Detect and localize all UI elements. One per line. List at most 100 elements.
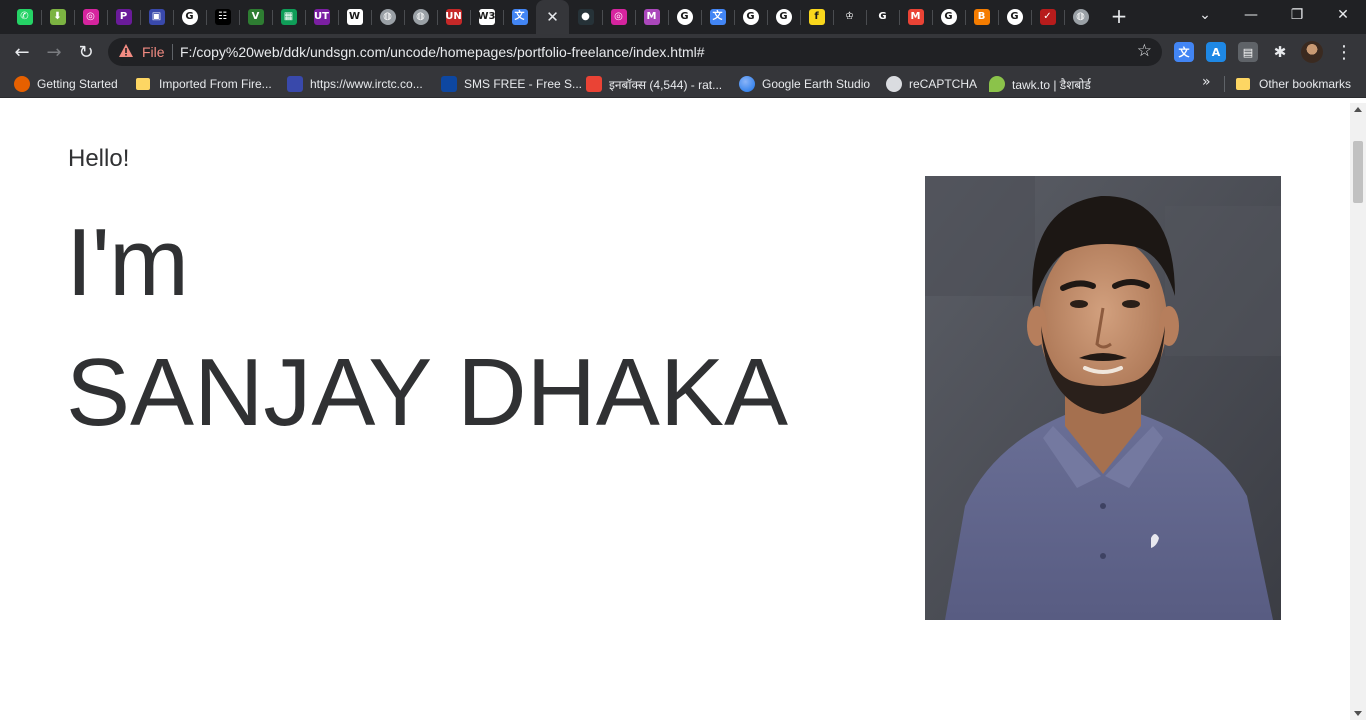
new-tab-button[interactable]: +: [1108, 4, 1130, 28]
scroll-down-arrow-icon[interactable]: [1354, 711, 1362, 716]
bookmark-label: https://www.irctc.co...: [310, 77, 423, 91]
bookmark-irctc[interactable]: https://www.irctc.co...: [287, 75, 423, 93]
bookmarks-bar: Getting Started Imported From Fire... ht…: [0, 70, 1366, 98]
browser-tab[interactable]: V: [239, 0, 272, 34]
browser-toolbar: ← → ↻ File F:/copy%20web/ddk/undsgn.com/…: [0, 34, 1366, 70]
browser-tab[interactable]: G: [173, 0, 206, 34]
page-scrollbar[interactable]: [1350, 103, 1366, 720]
scroll-up-arrow-icon[interactable]: [1354, 107, 1362, 112]
more-bookmarks-button[interactable]: »: [1202, 74, 1211, 90]
bookmark-recaptcha[interactable]: reCAPTCHA: [886, 75, 977, 93]
hero-name: SANJAY DHAKA: [66, 339, 789, 446]
bookmark-tawk[interactable]: tawk.to | डैशबोर्ड: [989, 75, 1091, 93]
tab-separator: [74, 10, 75, 25]
translate-extension-icon[interactable]: 文: [1174, 42, 1194, 62]
bookmark-label: Imported From Fire...: [159, 77, 272, 91]
bookmark-sms-free[interactable]: SMS FREE - Free S...: [441, 75, 582, 93]
browser-tab[interactable]: ●: [569, 0, 602, 34]
close-icon[interactable]: ✕: [546, 8, 559, 26]
browser-tab[interactable]: G: [668, 0, 701, 34]
tab-strip: ✆ ⬇ ◎ P ▣ G ☷ V ▦ UT W ◍ ◍ UN W3 文 ✕ ● ◎ M G 文 G Gf ♔ G M G B G ✓ ◍ + ⌄…: [0, 0, 1366, 34]
tab-separator: [371, 10, 372, 25]
tab-separator: [239, 10, 240, 25]
google-icon: G: [1006, 9, 1023, 25]
url-text[interactable]: F:/copy%20web/ddk/undsgn.com/uncode/home…: [180, 44, 705, 60]
tab-separator: [833, 10, 834, 25]
globe-icon: [886, 76, 902, 92]
translate-icon: 文: [709, 9, 726, 25]
bookmark-getting-started[interactable]: Getting Started: [14, 75, 118, 93]
browser-tab[interactable]: B: [965, 0, 998, 34]
browser-tab[interactable]: G: [998, 0, 1031, 34]
printer-extension-icon[interactable]: ▤: [1238, 42, 1258, 62]
browser-tab[interactable]: G: [866, 0, 899, 34]
browser-tab[interactable]: P: [107, 0, 140, 34]
close-window-button[interactable]: ✕: [1320, 0, 1366, 30]
browser-tab[interactable]: ◍: [371, 0, 404, 34]
download-icon: ⬇: [49, 9, 66, 25]
tab-separator: [635, 10, 636, 25]
browser-tab[interactable]: M: [635, 0, 668, 34]
restore-button[interactable]: ❐: [1274, 0, 1320, 30]
back-button[interactable]: ←: [8, 38, 36, 66]
browser-tab[interactable]: ✓: [1031, 0, 1064, 34]
globe-icon: ◍: [412, 9, 429, 25]
browser-tab[interactable]: ◍: [404, 0, 437, 34]
browser-tab[interactable]: ⬇: [41, 0, 74, 34]
star-icon[interactable]: ☆: [1137, 41, 1152, 61]
menu-button[interactable]: ⋮: [1334, 40, 1354, 64]
folder-icon: [136, 78, 150, 90]
other-bookmarks[interactable]: Other bookmarks: [1236, 75, 1351, 93]
browser-tab[interactable]: W3: [470, 0, 503, 34]
tab-separator: [437, 10, 438, 25]
browser-tab[interactable]: 文: [503, 0, 536, 34]
globe-icon: ◍: [1072, 9, 1089, 25]
security-chip-label[interactable]: File: [142, 44, 165, 60]
browser-tab[interactable]: G: [734, 0, 767, 34]
chess-icon: ♔: [841, 9, 858, 25]
forward-button[interactable]: →: [40, 38, 68, 66]
active-tab[interactable]: ✕: [536, 0, 569, 34]
bookmark-gmail-inbox[interactable]: इनबॉक्स (4,544) - rat...: [586, 75, 722, 93]
tab-separator: [668, 10, 669, 25]
tab-separator: [173, 10, 174, 25]
browser-tab[interactable]: ♔: [833, 0, 866, 34]
intro-text: I'm: [66, 209, 189, 316]
tab-separator: [866, 10, 867, 25]
browser-tab[interactable]: ▣: [140, 0, 173, 34]
address-bar[interactable]: File F:/copy%20web/ddk/undsgn.com/uncode…: [108, 38, 1162, 66]
browser-tab[interactable]: ▦: [272, 0, 305, 34]
browser-tab[interactable]: G: [932, 0, 965, 34]
browser-tab[interactable]: ☷: [206, 0, 239, 34]
google-icon: G: [742, 9, 759, 25]
bookmark-imported-from-firefox[interactable]: Imported From Fire...: [136, 75, 272, 93]
browser-tab[interactable]: W: [338, 0, 371, 34]
browser-tab[interactable]: ◎: [602, 0, 635, 34]
text-extension-icon[interactable]: A: [1206, 42, 1226, 62]
browser-tab[interactable]: G: [767, 0, 800, 34]
tab-search-button[interactable]: ⌄: [1182, 0, 1228, 30]
avatar[interactable]: [1301, 41, 1323, 63]
scrollbar-thumb[interactable]: [1353, 141, 1363, 203]
puzzle-icon[interactable]: ✱: [1270, 42, 1290, 62]
browser-tab[interactable]: ◍: [1064, 0, 1097, 34]
translate-icon: 文: [511, 9, 528, 25]
gmail-icon: [586, 76, 602, 92]
tab-separator: [404, 10, 405, 25]
browser-tab[interactable]: ◎: [74, 0, 107, 34]
browser-tab[interactable]: 文: [701, 0, 734, 34]
bookmarks-divider: [1224, 76, 1225, 92]
google-icon: G: [940, 9, 957, 25]
tab-separator: [107, 10, 108, 25]
p-app-icon: P: [115, 9, 132, 25]
browser-tab[interactable]: f: [800, 0, 833, 34]
browser-tab[interactable]: UN: [437, 0, 470, 34]
reload-button[interactable]: ↻: [72, 38, 100, 66]
browser-tab[interactable]: M: [899, 0, 932, 34]
browser-tab[interactable]: ✆: [8, 0, 41, 34]
browser-tab[interactable]: UT: [305, 0, 338, 34]
tab-separator: [206, 10, 207, 25]
minimize-button[interactable]: —: [1228, 0, 1274, 30]
warning-icon[interactable]: [118, 43, 134, 59]
bookmark-google-earth-studio[interactable]: Google Earth Studio: [739, 75, 870, 93]
